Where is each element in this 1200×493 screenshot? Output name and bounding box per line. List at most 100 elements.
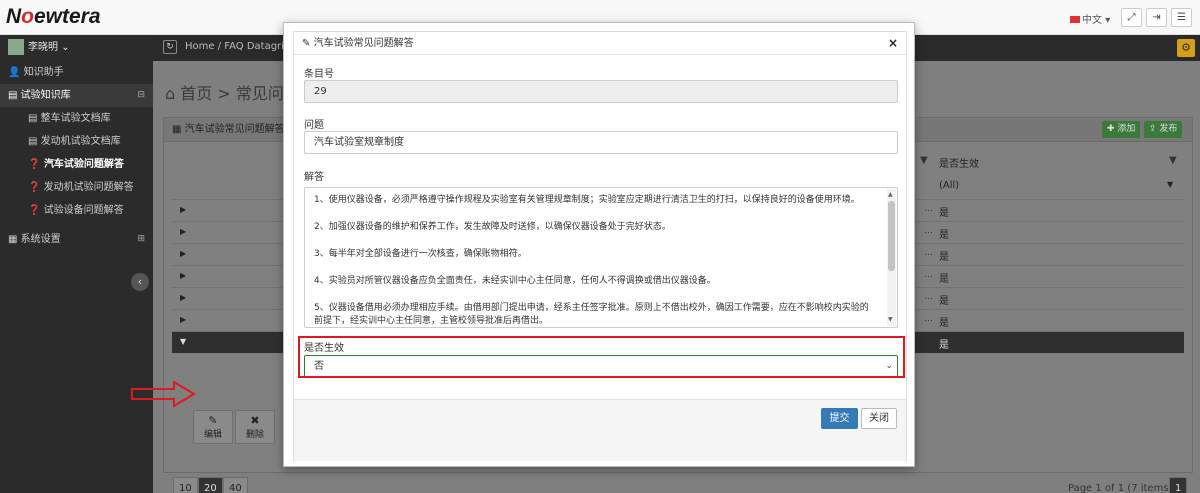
scroll-up-icon[interactable]: ▲ <box>888 191 893 198</box>
home-icon: ⌂ <box>165 84 176 103</box>
page-size-20[interactable]: 20 <box>198 477 223 493</box>
scrollbar-thumb[interactable] <box>888 201 895 271</box>
publish-button-label: 发布 <box>1159 124 1178 134</box>
row-effective-value: 是 <box>939 208 949 219</box>
submit-button[interactable]: 提交 <box>821 408 858 429</box>
edit-icon: ✎ <box>208 414 218 427</box>
sidebar-item-label: 系统设置 <box>20 234 61 245</box>
expand-row-icon[interactable]: ▶ <box>180 271 186 280</box>
add-button[interactable]: ✚ 添加 <box>1102 121 1141 138</box>
expand-icon: ⊞ <box>137 234 145 244</box>
answer-paragraph: 2、加强仪器设备的维护和保养工作，发生故障及时送修，以确保仪器设备处于完好状态。 <box>314 222 671 232</box>
folder-icon: ▤ <box>28 113 38 124</box>
user-name: 李晓明 <box>28 42 58 53</box>
answer-scrollbar[interactable]: ▲ ▼ <box>887 189 896 326</box>
sidebar-item-equipment-faq[interactable]: ❓ 试验设备问题解答 <box>0 199 153 222</box>
gear-icon: ⚙ <box>1181 41 1191 54</box>
publish-button[interactable]: ⇪ 发布 <box>1144 121 1183 138</box>
breadcrumb-home[interactable]: Home <box>185 41 215 52</box>
breadcrumb-current: FAQ Datagrid <box>224 41 291 52</box>
page-size-10[interactable]: 10 <box>173 477 198 493</box>
settings-button[interactable]: ⚙ <box>1177 39 1195 57</box>
sidebar-item-assistant[interactable]: 👤 知识助手 <box>0 61 153 84</box>
sidebar-item-label: 试验设备问题解答 <box>43 205 124 216</box>
expand-row-icon[interactable]: ▶ <box>180 205 186 214</box>
expand-row-icon[interactable]: ▶ <box>180 293 186 302</box>
faq-edit-dialog: ✎ 汽车试验常见问题解答 × 条目号 29 问题 汽车试验室规章制度 解答 1、使… <box>283 22 915 467</box>
logo-mark: o <box>21 5 34 28</box>
user-menu[interactable]: 李晓明 ⌄ <box>0 35 153 61</box>
row-effective-value: 是 <box>939 296 949 307</box>
row-effective-value: 是 <box>939 340 949 351</box>
edit-icon: ✎ <box>302 38 311 49</box>
truncated-text: … <box>924 292 933 302</box>
collapse-sidebar-button[interactable]: ‹ <box>131 273 149 291</box>
newtera-logo[interactable]: Noewtera <box>6 5 101 29</box>
delete-button[interactable]: ✖ 删除 <box>235 410 275 444</box>
answer-label: 解答 <box>304 172 324 183</box>
language-selector[interactable]: 中文 ▾ <box>1070 11 1110 26</box>
question-field[interactable]: 汽车试验室规章制度 <box>304 131 898 154</box>
close-icon[interactable]: × <box>888 32 898 55</box>
logo-text: ewtera <box>34 5 101 28</box>
truncated-text: … <box>924 270 933 280</box>
sidebar-item-engine-faq[interactable]: ❓ 发动机试验问题解答 <box>0 176 153 199</box>
expand-row-icon[interactable]: ▶ <box>180 315 186 324</box>
delete-button-label: 删除 <box>245 430 264 440</box>
logo-letter-n: N <box>6 5 22 28</box>
sidebar-item-label: 发动机试验问题解答 <box>43 182 134 193</box>
close-button[interactable]: 关闭 <box>861 408 897 429</box>
folder-icon: ▤ <box>28 136 38 147</box>
dialog-footer <box>294 400 906 461</box>
add-button-label: 添加 <box>1117 124 1136 134</box>
sidebar-item-settings[interactable]: ▦ 系统设置 ⊞ <box>0 228 153 251</box>
refresh-icon[interactable]: ↻ <box>163 40 177 54</box>
fullscreen-button[interactable]: ⤢ <box>1121 8 1142 27</box>
scroll-down-icon[interactable]: ▼ <box>888 316 893 323</box>
expand-row-icon[interactable]: ▶ <box>180 227 186 236</box>
china-flag-icon <box>1070 16 1080 23</box>
grid-icon: ▦ <box>172 124 182 135</box>
menu-button[interactable]: ☰ <box>1171 8 1192 27</box>
answer-paragraph: 1、使用仪器设备，必须严格遵守操作规程及实验室有关管理规章制度；实验室应定期进行… <box>314 195 860 205</box>
dialog-body: ✎ 汽车试验常见问题解答 × 条目号 29 问题 汽车试验室规章制度 解答 1、使… <box>293 31 907 461</box>
sidebar-item-label: 试验知识库 <box>20 90 71 101</box>
question-icon: ❓ <box>28 182 41 193</box>
sidebar-item-engine-docs[interactable]: ▤ 发动机试验文档库 <box>0 130 153 153</box>
row-effective-value: 是 <box>939 252 949 263</box>
row-effective-value: 是 <box>939 318 949 329</box>
page-size-40[interactable]: 40 <box>223 477 248 493</box>
panel-title: 汽车试验常见问题解答 <box>184 124 285 135</box>
question-icon: ❓ <box>28 159 41 170</box>
language-label: 中文 <box>1082 15 1102 26</box>
column-header-effective[interactable]: 是否生效 <box>939 155 979 170</box>
expand-row-icon[interactable]: ▶ <box>180 249 186 258</box>
edit-button-label: 编辑 <box>203 430 222 440</box>
column-filter-select[interactable]: (All) <box>939 180 959 191</box>
close-icon: ✖ <box>250 414 260 427</box>
filter-icon[interactable]: ▼ <box>1169 155 1177 166</box>
edit-button[interactable]: ✎ 编辑 <box>193 410 233 444</box>
sidebar-item-vehicle-docs[interactable]: ▤ 整车试验文档库 <box>0 107 153 130</box>
question-icon: ❓ <box>28 205 41 216</box>
sidebar-item-knowledge-base[interactable]: ▤ 试验知识库 ⊟ <box>0 84 153 107</box>
sidebar-item-label: 汽车试验问题解答 <box>43 159 124 170</box>
truncated-text: … <box>924 248 933 258</box>
id-field: 29 <box>304 80 898 103</box>
answer-paragraph: 5、仪器设备借用必须办理相应手续。由借用部门提出申请，经系主任签字批准。原则上不… <box>314 303 869 326</box>
chevron-down-icon: ▼ <box>1167 180 1174 189</box>
collapse-row-icon[interactable]: ▼ <box>180 337 186 346</box>
sidebar: 李晓明 ⌄ 👤 知识助手 ▤ 试验知识库 ⊟ ▤ 整车试验文档库 ▤ 发动机试验文… <box>0 35 153 493</box>
annotation-arrow-icon <box>131 380 196 408</box>
sidebar-item-label: 知识助手 <box>23 67 64 78</box>
id-label: 条目号 <box>304 69 334 80</box>
page-info: Page 1 of 1 (7 items) <box>1068 483 1173 493</box>
chevron-down-icon: ⌄ <box>61 42 70 53</box>
page-number-button[interactable]: 1 <box>1169 477 1188 493</box>
answer-textarea[interactable]: 1、使用仪器设备，必须严格遵守操作规程及实验室有关管理规章制度；实验室应定期进行… <box>304 187 898 328</box>
hamburger-icon: ☰ <box>1177 12 1186 23</box>
logout-button[interactable]: ⇥ <box>1146 8 1167 27</box>
settings-icon: ▦ <box>8 234 18 245</box>
filter-icon[interactable]: ▼ <box>920 155 928 166</box>
sidebar-item-vehicle-faq[interactable]: ❓ 汽车试验问题解答 <box>0 153 153 176</box>
